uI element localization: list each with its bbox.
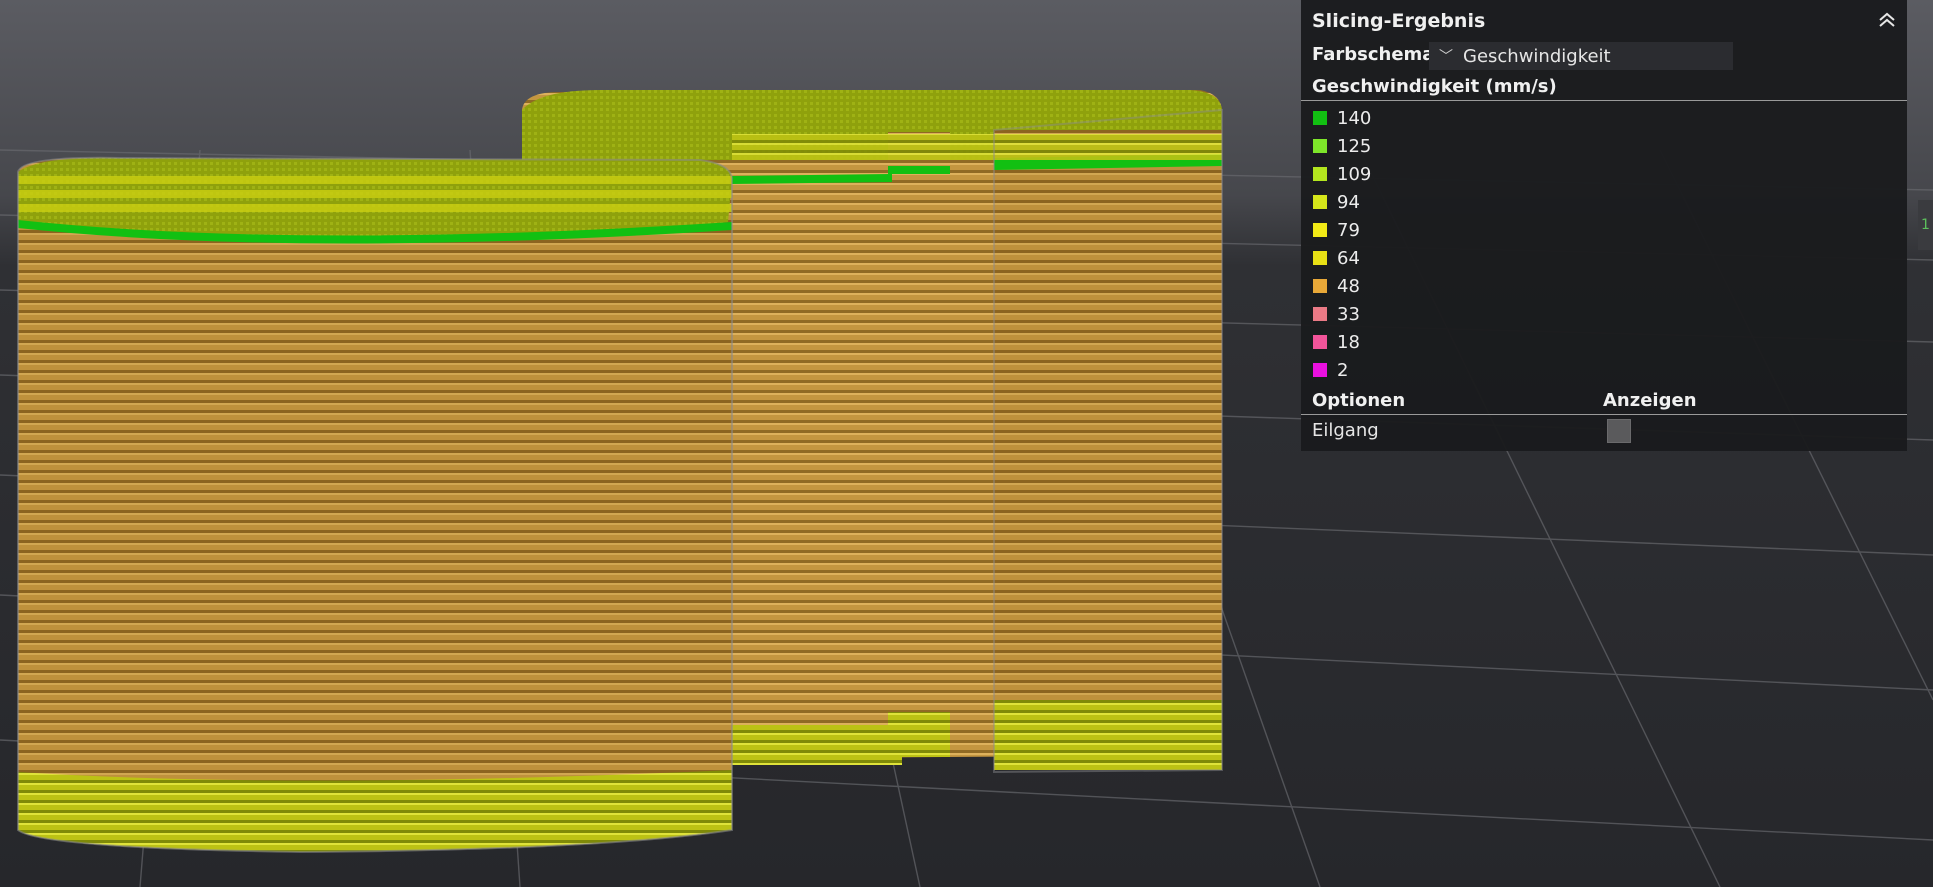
- color-scheme-dropdown[interactable]: ﹀ Geschwindigkeit: [1429, 42, 1733, 70]
- show-header: Anzeigen: [1603, 390, 1697, 411]
- legend-color-swatch: [1313, 139, 1327, 153]
- legend-divider: [1301, 100, 1907, 101]
- legend-value: 140: [1337, 107, 1372, 129]
- collapse-button[interactable]: [1873, 6, 1901, 34]
- legend-item: 109: [1301, 160, 1907, 188]
- option-label-travel: Eilgang: [1312, 420, 1379, 441]
- legend-item: 48: [1301, 272, 1907, 300]
- side-panel-tab[interactable]: 1: [1918, 200, 1933, 250]
- legend-item: 33: [1301, 300, 1907, 328]
- legend-value: 64: [1337, 247, 1360, 269]
- panel-title: Slicing-Ergebnis: [1312, 10, 1486, 32]
- legend-value: 2: [1337, 359, 1349, 381]
- legend-value: 79: [1337, 219, 1360, 241]
- legend-value: 125: [1337, 135, 1372, 157]
- legend-value: 94: [1337, 191, 1360, 213]
- legend-color-swatch: [1313, 167, 1327, 181]
- options-divider: [1301, 414, 1907, 415]
- legend-value: 48: [1337, 275, 1360, 297]
- legend-item: 64: [1301, 244, 1907, 272]
- legend-value: 18: [1337, 331, 1360, 353]
- slicing-result-panel: Slicing-Ergebnis Farbschema ﹀ Geschwindi…: [1301, 0, 1907, 451]
- legend-color-swatch: [1313, 279, 1327, 293]
- chevron-down-icon: ﹀: [1439, 49, 1453, 65]
- legend-value: 33: [1337, 303, 1360, 325]
- options-header: Optionen: [1312, 390, 1406, 411]
- chevron-double-up-icon: [1879, 12, 1895, 27]
- legend-item: 94: [1301, 188, 1907, 216]
- travel-checkbox[interactable]: [1607, 419, 1631, 443]
- color-scheme-label: Farbschema: [1312, 44, 1435, 65]
- legend-item: 140: [1301, 104, 1907, 132]
- color-scheme-value: Geschwindigkeit: [1463, 45, 1611, 67]
- legend-color-swatch: [1313, 195, 1327, 209]
- legend-item: 18: [1301, 328, 1907, 356]
- speed-legend: 140 125 109 94 79 64 48 33 18 2: [1301, 104, 1907, 384]
- legend-value: 109: [1337, 163, 1372, 185]
- legend-title: Geschwindigkeit (mm/s): [1312, 76, 1557, 97]
- legend-item: 79: [1301, 216, 1907, 244]
- legend-color-swatch: [1313, 223, 1327, 237]
- legend-color-swatch: [1313, 251, 1327, 265]
- legend-color-swatch: [1313, 111, 1327, 125]
- legend-item: 2: [1301, 356, 1907, 384]
- legend-item: 125: [1301, 132, 1907, 160]
- sliced-model: [17, 90, 1223, 854]
- legend-color-swatch: [1313, 363, 1327, 377]
- legend-color-swatch: [1313, 335, 1327, 349]
- legend-color-swatch: [1313, 307, 1327, 321]
